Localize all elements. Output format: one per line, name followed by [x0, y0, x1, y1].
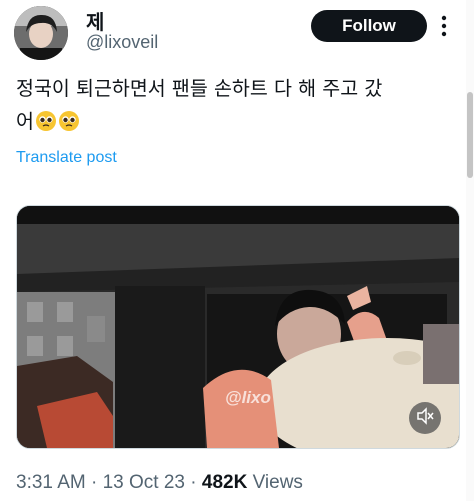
user-handle[interactable]: @lixoveil — [86, 32, 158, 53]
tweet-text-line2: 어 — [16, 110, 34, 133]
post-time[interactable]: 3:31 AM — [16, 472, 86, 493]
meta-separator: · — [185, 472, 202, 493]
scrollbar[interactable] — [466, 0, 474, 501]
video-watermark: @lixo — [225, 388, 271, 407]
translate-post-link[interactable]: Translate post — [16, 149, 117, 167]
post-date[interactable]: 13 Oct 23 — [103, 472, 185, 493]
meta-separator: · — [85, 472, 103, 493]
scrollbar-thumb[interactable] — [467, 92, 473, 178]
tweet-text: 정국이 퇴근하면서 팬들 손하트 다 해 주고 갔 어 — [16, 72, 464, 138]
views-count: 482K — [201, 472, 248, 493]
speaker-muted-icon — [415, 406, 435, 430]
views-label: Views — [247, 472, 303, 493]
post-metadata: 3:31 AM · 13 Oct 23 · 482K Views — [16, 472, 303, 494]
pleading-face-icon — [58, 109, 80, 131]
tweet-text-line1: 정국이 퇴근하면서 팬들 손하트 다 해 주고 갔 — [16, 77, 383, 100]
mute-button[interactable] — [409, 402, 441, 434]
avatar[interactable] — [14, 6, 68, 60]
pleading-face-icon — [35, 109, 57, 131]
display-name[interactable]: 제 — [86, 6, 104, 35]
follow-button[interactable]: Follow — [311, 10, 427, 42]
video-player[interactable]: @lixo — [16, 205, 460, 449]
more-dots-icon[interactable] — [440, 14, 448, 38]
